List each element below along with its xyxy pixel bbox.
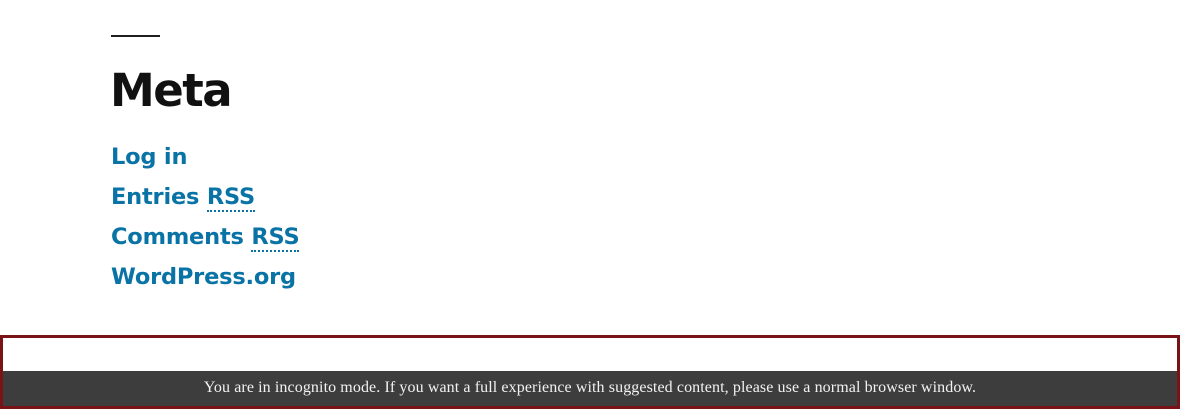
incognito-message: You are in incognito mode. If you want a… [203, 379, 977, 396]
entries-rss-link[interactable]: Entries RSS [111, 184, 255, 212]
entries-rss-link-label: Entries [111, 184, 207, 210]
incognito-banner: You are in incognito mode. If you want a… [0, 335, 1180, 409]
comments-rss-link[interactable]: Comments RSS [111, 224, 300, 252]
comments-rss-link-label: Comments [111, 224, 252, 250]
widget-title: Meta [110, 64, 233, 117]
list-item: WordPress.org [111, 260, 299, 300]
wordpress-org-link[interactable]: WordPress.org [111, 264, 296, 290]
list-item: Entries RSS [111, 180, 299, 220]
widget-separator [111, 35, 160, 37]
rss-abbreviation: RSS [206, 184, 255, 212]
wordpress-org-link-label: WordPress.org [111, 264, 296, 290]
incognito-message-bar: You are in incognito mode. If you want a… [3, 371, 1177, 406]
login-link[interactable]: Log in [111, 144, 187, 170]
meta-links-list: Log in Entries RSS Comments RSS WordPres… [111, 140, 300, 300]
list-item: Log in [111, 140, 299, 180]
login-link-label: Log in [111, 144, 188, 170]
list-item: Comments RSS [111, 220, 300, 260]
rss-abbreviation: RSS [251, 224, 300, 252]
